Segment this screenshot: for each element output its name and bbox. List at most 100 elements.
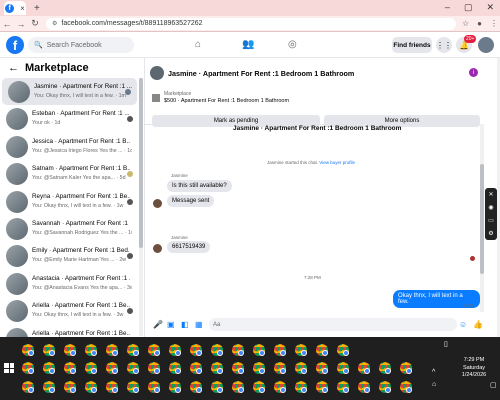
camera-icon[interactable]: ◉: [488, 204, 493, 211]
message-input[interactable]: Aa: [209, 318, 457, 331]
chrome-taskbar-icon[interactable]: [211, 381, 223, 393]
chrome-taskbar-icon[interactable]: [316, 362, 328, 374]
chrome-taskbar-icon[interactable]: [358, 362, 370, 374]
chrome-taskbar-icon[interactable]: [148, 381, 160, 393]
photo-icon[interactable]: ▣: [167, 320, 175, 329]
sidebar-scrollbar[interactable]: [139, 78, 143, 336]
close-window-button[interactable]: ✕: [486, 2, 494, 13]
chat-scrollbar[interactable]: [480, 124, 484, 312]
tab-close-button[interactable]: ×: [20, 4, 25, 13]
chrome-taskbar-icon[interactable]: [190, 381, 202, 393]
like-icon[interactable]: 👍: [473, 320, 483, 329]
chrome-taskbar-icon[interactable]: [22, 362, 34, 374]
settings-icon[interactable]: ⚙: [488, 230, 493, 237]
chrome-taskbar-icon[interactable]: [400, 362, 412, 374]
chrome-taskbar-icon[interactable]: [106, 381, 118, 393]
chrome-taskbar-icon[interactable]: [253, 362, 265, 374]
forward-icon[interactable]: →: [14, 19, 28, 29]
chrome-taskbar-icon[interactable]: [85, 344, 97, 356]
chrome-taskbar-icon[interactable]: [127, 381, 139, 393]
chat-title[interactable]: Jasmine · Apartment For Rent :1 Bedroom …: [168, 69, 354, 78]
chrome-taskbar-icon[interactable]: [379, 381, 391, 393]
url-field[interactable]: ⚙ facebook.com/messages/t/8891189635272​…: [46, 17, 456, 30]
listing-text[interactable]: $500 · Apartment For Rent :1 Bedroom 1 B…: [164, 98, 289, 104]
conversation-item[interactable]: Savannah · Apartment For Rent :1 ... You…: [0, 215, 139, 242]
new-tab-button[interactable]: +: [34, 3, 40, 14]
chrome-taskbar-icon[interactable]: [169, 381, 181, 393]
chrome-taskbar-icon[interactable]: [274, 344, 286, 356]
friends-icon[interactable]: 👥: [242, 39, 254, 50]
reload-icon[interactable]: ↻: [28, 18, 42, 29]
chrome-taskbar-icon[interactable]: [22, 381, 34, 393]
info-icon[interactable]: i: [469, 68, 478, 77]
minimize-button[interactable]: –: [445, 2, 450, 13]
maximize-button[interactable]: ▢: [464, 2, 473, 13]
browser-menu-icon[interactable]: ⋮: [490, 19, 498, 28]
chrome-taskbar-icon[interactable]: [232, 381, 244, 393]
conversation-item[interactable]: Reyna · Apartment For Rent :1 Be... You:…: [0, 188, 139, 215]
conversation-item[interactable]: Ariella · Apartment For Rent :1 Be... Yo…: [0, 297, 139, 324]
notifications-icon[interactable]: ▢: [490, 381, 497, 389]
conversation-item[interactable]: Satnam · Apartment For Rent :1 B... You:…: [0, 160, 139, 187]
sticker-icon[interactable]: ◧: [181, 320, 189, 329]
chrome-taskbar-icon[interactable]: [316, 381, 328, 393]
chrome-taskbar-icon[interactable]: [43, 344, 55, 356]
chrome-taskbar-icon[interactable]: [127, 344, 139, 356]
chrome-taskbar-icon[interactable]: [64, 344, 76, 356]
chrome-taskbar-icon[interactable]: [106, 344, 118, 356]
chrome-taskbar-icon[interactable]: [22, 344, 34, 356]
site-info-icon[interactable]: ⚙: [52, 20, 57, 27]
chrome-taskbar-icon[interactable]: [337, 344, 349, 356]
chrome-taskbar-icon[interactable]: [337, 362, 349, 374]
chrome-taskbar-icon[interactable]: [232, 344, 244, 356]
close-icon[interactable]: ✕: [488, 191, 493, 198]
network-icon[interactable]: ⌂: [432, 381, 436, 388]
search-facebook-input[interactable]: 🔍 Search Facebook: [28, 37, 134, 53]
conversation-item[interactable]: Esteban · Apartment For Rent :1 ... Your…: [0, 105, 139, 132]
home-icon[interactable]: ⌂: [195, 39, 201, 50]
chrome-taskbar-icon[interactable]: [169, 362, 181, 374]
chrome-taskbar-icon[interactable]: [169, 344, 181, 356]
chrome-taskbar-icon[interactable]: [64, 362, 76, 374]
back-arrow-icon[interactable]: ←: [8, 62, 19, 74]
scrollbar-thumb[interactable]: [139, 78, 143, 248]
microphone-icon[interactable]: 🎤: [153, 320, 163, 329]
back-icon[interactable]: ←: [0, 19, 14, 29]
chrome-taskbar-icon[interactable]: [379, 362, 391, 374]
chrome-taskbar-icon[interactable]: [232, 362, 244, 374]
conversation-item[interactable]: Jessica · Apartment For Rent :1 B... You…: [0, 133, 139, 160]
chrome-taskbar-icon[interactable]: [148, 362, 160, 374]
find-friends-button[interactable]: Find friends: [392, 37, 432, 53]
chrome-taskbar-icon[interactable]: [274, 381, 286, 393]
chrome-taskbar-icon[interactable]: [295, 344, 307, 356]
avatar[interactable]: [150, 66, 164, 80]
chrome-taskbar-icon[interactable]: [211, 344, 223, 356]
gif-icon[interactable]: ▦: [195, 320, 203, 329]
browser-tab[interactable]: f ×: [4, 1, 26, 15]
conversation-item[interactable]: Emily · Apartment For Rent :1 Bed... You…: [0, 242, 139, 269]
scrollbar-thumb[interactable]: [480, 164, 484, 274]
chrome-taskbar-icon[interactable]: [43, 362, 55, 374]
chrome-taskbar-icon[interactable]: [211, 362, 223, 374]
chrome-taskbar-icon[interactable]: [190, 344, 202, 356]
chrome-taskbar-icon[interactable]: [148, 344, 160, 356]
phone-link-icon[interactable]: ▯: [444, 340, 448, 348]
chrome-taskbar-icon[interactable]: [85, 381, 97, 393]
chrome-taskbar-icon[interactable]: [295, 362, 307, 374]
conversation-item[interactable]: Anastacia · Apartment For Rent :1 ... Yo…: [0, 270, 139, 297]
video-icon[interactable]: ▭: [488, 217, 494, 224]
account-avatar[interactable]: [478, 37, 494, 53]
chrome-taskbar-icon[interactable]: [400, 381, 412, 393]
chrome-taskbar-icon[interactable]: [190, 362, 202, 374]
chrome-taskbar-icon[interactable]: [85, 362, 97, 374]
conversation-item[interactable]: Jasmine · Apartment For Rent :1 ... You:…: [2, 78, 137, 106]
emoji-icon[interactable]: ☺: [459, 320, 467, 329]
facebook-logo[interactable]: f: [6, 36, 24, 54]
chrome-taskbar-icon[interactable]: [127, 362, 139, 374]
gaming-icon[interactable]: ◎: [288, 39, 297, 50]
menu-grid-icon[interactable]: ⋮⋮: [436, 37, 452, 53]
view-buyer-profile-link[interactable]: View buyer profile: [319, 160, 355, 165]
chrome-taskbar-icon[interactable]: [337, 381, 349, 393]
chrome-taskbar-icon[interactable]: [274, 362, 286, 374]
chrome-taskbar-icon[interactable]: [64, 381, 76, 393]
